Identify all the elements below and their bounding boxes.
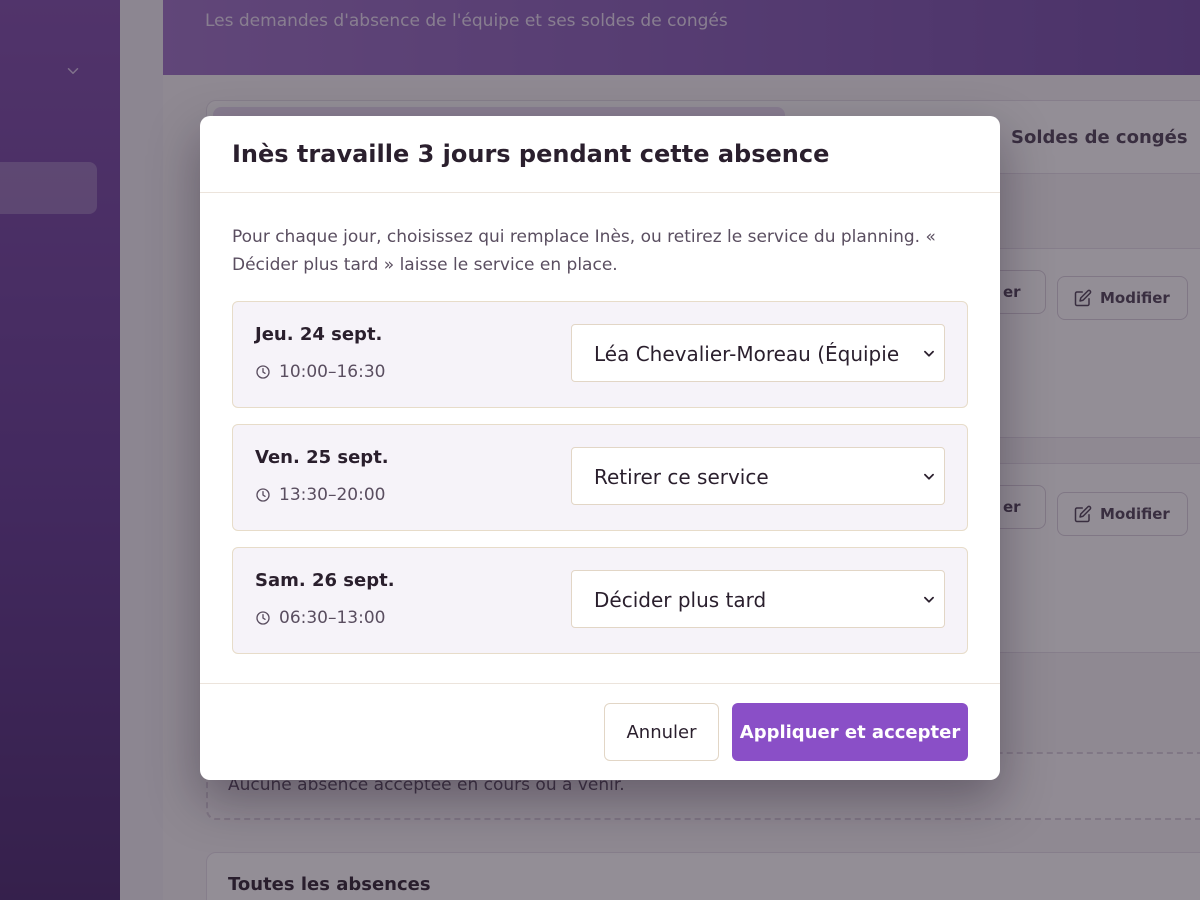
day-time: 10:00–16:30: [255, 362, 385, 382]
day-time-text: 06:30–13:00: [279, 608, 386, 628]
day-time: 06:30–13:00: [255, 608, 385, 628]
dialog-title: Inès travaille 3 jours pendant cette abs…: [232, 140, 830, 168]
day-row: Sam. 26 sept. 06:30–13:00 Décider plus t…: [232, 547, 968, 654]
replacement-select[interactable]: Retirer ce service: [571, 447, 945, 505]
clock-icon: [256, 488, 270, 502]
chevron-down-icon: [924, 473, 934, 480]
replacement-select-value: Décider plus tard: [594, 588, 767, 612]
day-label: Jeu. 24 sept.: [255, 324, 383, 345]
replacement-select-value: Léa Chevalier-Moreau (Équipie: [594, 342, 900, 366]
dialog-footer: Annuler Appliquer et accepter: [200, 683, 1000, 780]
day-row: Jeu. 24 sept. 10:00–16:30 Léa Chevalier-…: [232, 301, 968, 408]
day-time-text: 10:00–16:30: [279, 362, 386, 382]
day-list: Jeu. 24 sept. 10:00–16:30 Léa Chevalier-…: [232, 301, 968, 654]
replacement-select[interactable]: Décider plus tard: [571, 570, 945, 628]
clock-icon: [256, 365, 270, 379]
chevron-down-icon: [924, 596, 934, 603]
day-row: Ven. 25 sept. 13:30–20:00 Retirer ce ser…: [232, 424, 968, 531]
replacement-select-value: Retirer ce service: [594, 465, 769, 489]
replacement-dialog: Inès travaille 3 jours pendant cette abs…: [200, 116, 1000, 780]
day-time-text: 13:30–20:00: [279, 485, 386, 505]
day-label: Sam. 26 sept.: [255, 570, 395, 591]
replacement-select[interactable]: Léa Chevalier-Moreau (Équipie: [571, 324, 945, 382]
dialog-body: Pour chaque jour, choisissez qui remplac…: [200, 193, 1000, 654]
dialog-header: Inès travaille 3 jours pendant cette abs…: [200, 116, 1000, 193]
day-label: Ven. 25 sept.: [255, 447, 389, 468]
clock-icon: [256, 611, 270, 625]
dialog-intro: Pour chaque jour, choisissez qui remplac…: [232, 227, 936, 275]
chevron-down-icon: [924, 350, 934, 357]
day-time: 13:30–20:00: [255, 485, 385, 505]
cancel-button[interactable]: Annuler: [604, 703, 719, 761]
apply-and-accept-button[interactable]: Appliquer et accepter: [732, 703, 968, 761]
